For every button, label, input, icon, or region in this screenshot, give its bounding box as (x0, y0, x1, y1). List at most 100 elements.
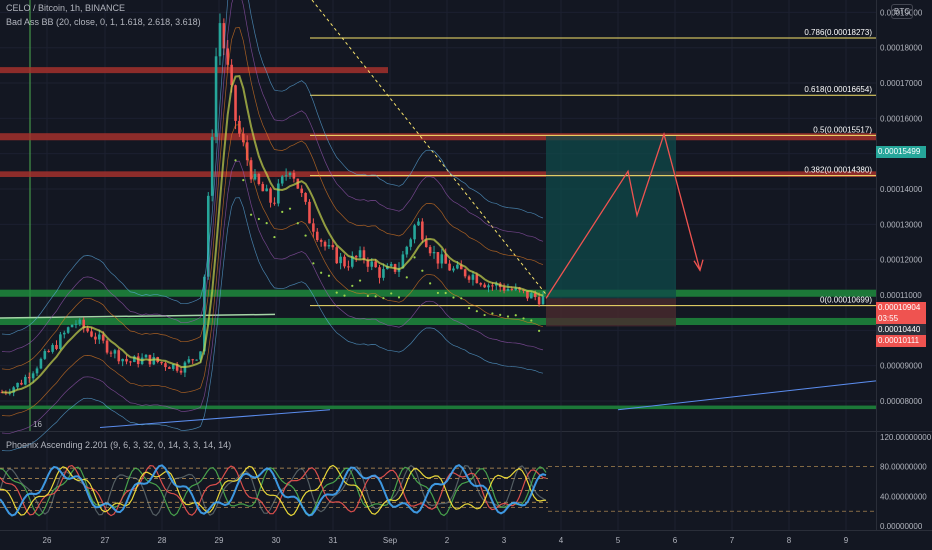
candle-body (506, 288, 510, 291)
y-tick-label: 0.00013000 (880, 220, 923, 229)
x-tick-label: 27 (101, 536, 110, 545)
sar-dot (249, 213, 253, 216)
fib-label: 0.5(0.00015517) (813, 125, 872, 134)
candle-body (413, 225, 416, 240)
candle-body (70, 324, 74, 328)
candle-body (24, 376, 27, 385)
stop-box (546, 298, 676, 327)
sar-dot (382, 296, 385, 300)
candle-body (327, 245, 331, 247)
candle-body (456, 264, 459, 269)
candle-body (51, 345, 54, 352)
candle-body (160, 362, 163, 364)
candle-body (234, 85, 237, 121)
candle-body (214, 56, 218, 137)
candle-body (475, 274, 479, 284)
candle-body (467, 276, 471, 280)
currency-badge[interactable]: BTC (891, 4, 913, 19)
sar-dot (327, 274, 331, 277)
candle-body (31, 373, 35, 379)
sar-dot (351, 284, 354, 287)
x-tick-label: 26 (43, 536, 52, 545)
candle-body (347, 266, 350, 268)
candle-body (16, 382, 19, 388)
candle-body (98, 334, 101, 340)
y-tick-label: 0.00008000 (880, 397, 923, 406)
sar-dot (538, 329, 541, 332)
sar-dot (320, 271, 323, 274)
y-tick-label: 0.00018000 (880, 44, 923, 53)
oscillator-label: Phoenix Ascending 2.201 (9, 6, 3, 32, 0,… (6, 440, 232, 450)
sar-dot (265, 221, 268, 225)
y-tick-label: 0.00017000 (880, 79, 923, 88)
candle-body (530, 293, 533, 299)
x-tick-label: 9 (844, 536, 849, 545)
zone-support (0, 405, 876, 410)
candle-body (280, 176, 284, 184)
candle-body (432, 252, 436, 254)
candle-body (452, 268, 455, 271)
sar-dot (405, 276, 408, 279)
sar-dot (436, 291, 440, 295)
candle-body (491, 285, 494, 287)
chart-title: CELO / Bitcoin, 1h, BINANCE (6, 3, 126, 13)
candle-body (179, 370, 183, 373)
sar-dot (499, 313, 502, 316)
y-tick-label: 0.00012000 (880, 256, 923, 265)
sar-dot (514, 314, 517, 317)
vertical-marker-label: 16 (33, 420, 42, 429)
candle-body (288, 172, 292, 176)
candle-body (479, 283, 483, 285)
sar-dot (475, 310, 478, 313)
sar-dot (506, 315, 510, 318)
candle-body (129, 361, 132, 363)
candle-body (253, 173, 257, 180)
candle-body (47, 351, 51, 353)
candle-body (315, 231, 319, 241)
oscillator-tick-label: 0.00000000 (880, 522, 923, 531)
candle-body (121, 358, 124, 362)
candle-body (471, 274, 475, 280)
sar-dot (397, 296, 401, 299)
candle-body (526, 290, 529, 299)
y-tick-label: 0.00009000 (880, 362, 923, 371)
candle-body (292, 172, 296, 179)
candle-body (273, 202, 276, 204)
candle-body (144, 354, 148, 358)
sar-dot (483, 313, 486, 317)
candle-body (343, 256, 346, 267)
candle-body (440, 254, 444, 264)
x-tick-label: 6 (673, 536, 678, 545)
candle-body (168, 367, 171, 369)
x-tick-label: 2 (445, 536, 450, 545)
candle-body (319, 240, 323, 242)
sar-dot (444, 291, 447, 295)
candle-body (378, 267, 381, 278)
target-box (546, 136, 676, 299)
candle-body (405, 246, 409, 255)
candle-body (55, 345, 58, 349)
candle-body (59, 334, 62, 349)
candle-body (39, 358, 43, 369)
oscillator-tick-label: 80.00000000 (880, 463, 927, 472)
candle-body (339, 256, 342, 264)
x-tick-label: 5 (616, 536, 621, 545)
sar-dot (452, 296, 455, 299)
sar-dot (491, 312, 494, 315)
candle-body (27, 376, 31, 379)
price-chart[interactable]: 16 0.786(0.00018273) 0.618(0.00016654) 0.5(… (0, 0, 932, 550)
zone-resistance (0, 171, 876, 177)
candle-body (284, 175, 288, 177)
candle-body (354, 255, 358, 258)
sar-dot (374, 295, 377, 298)
sar-dot (273, 235, 276, 239)
sar-dot (242, 179, 245, 182)
x-tick-label: 30 (272, 536, 281, 545)
sar-dot (281, 210, 284, 213)
sar-dot (234, 159, 237, 162)
candle-body (308, 201, 311, 224)
candle-body (90, 331, 93, 337)
y-tick-label: 0.00014000 (880, 185, 923, 194)
candle-body (20, 382, 23, 385)
candle-body (312, 223, 315, 232)
